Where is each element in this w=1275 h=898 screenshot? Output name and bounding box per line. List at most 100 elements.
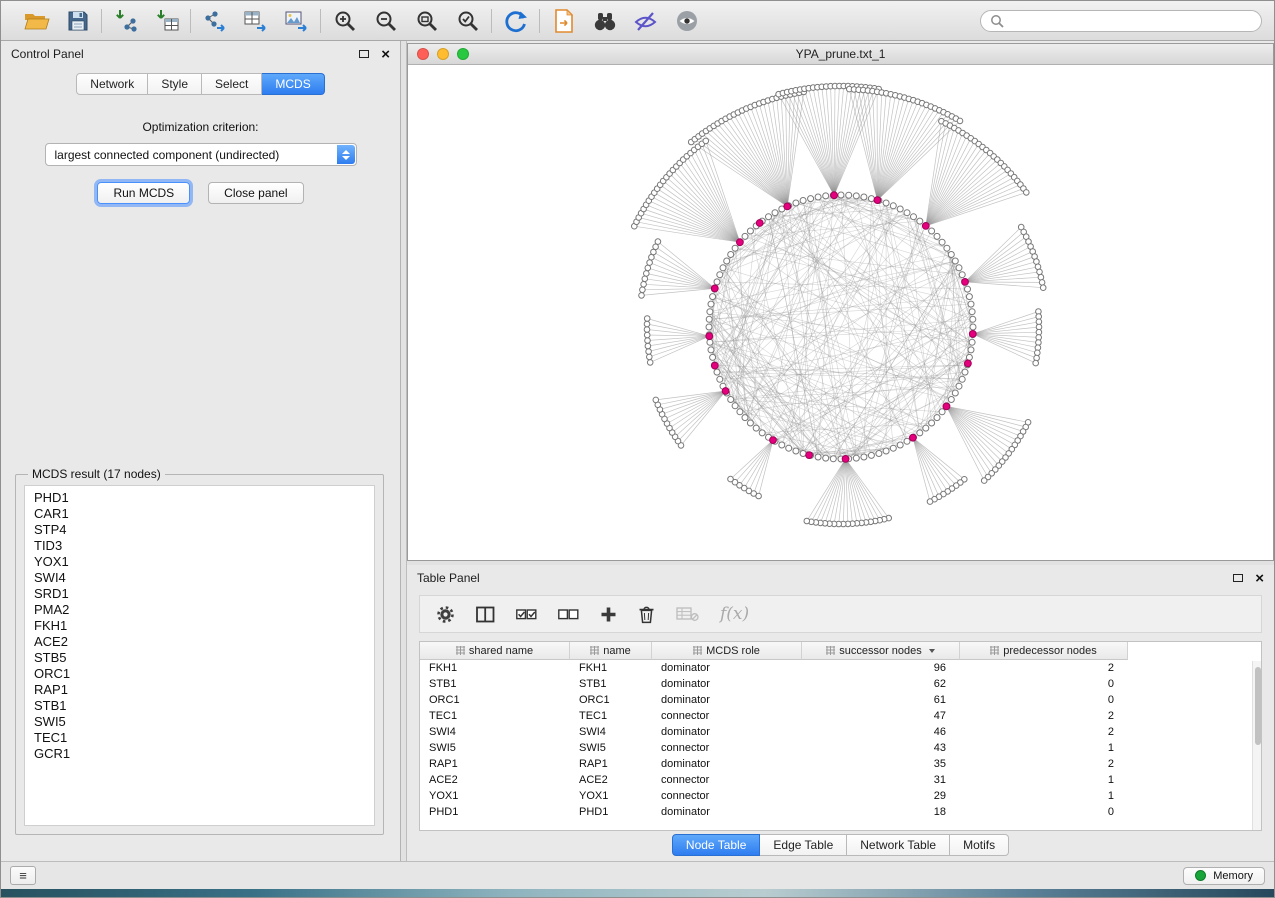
view-group — [540, 7, 710, 34]
mcds-result-item[interactable]: TID3 — [34, 538, 365, 554]
column-header-shared-name[interactable]: shared name — [420, 642, 570, 660]
select-all-rows-icon[interactable] — [516, 607, 537, 622]
export-image-icon[interactable] — [283, 7, 310, 34]
mcds-result-item[interactable]: PHD1 — [34, 490, 365, 506]
search-field[interactable] — [980, 10, 1262, 32]
table-row[interactable]: TEC1TEC1connector472 — [420, 708, 1261, 724]
column-visibility-icon[interactable] — [476, 606, 495, 623]
export-table-icon[interactable] — [242, 7, 269, 34]
tab-mcds[interactable]: MCDS — [262, 73, 324, 95]
cytoscape-app: Control Panel × NetworkStyleSelectMCDS O… — [0, 0, 1275, 898]
open-session-icon[interactable] — [23, 7, 50, 34]
refresh-layout-icon[interactable] — [502, 7, 529, 34]
mcds-result-item[interactable]: CAR1 — [34, 506, 365, 522]
settings-gear-icon[interactable] — [436, 605, 455, 624]
delete-column-icon[interactable] — [638, 605, 655, 624]
mcds-result-item[interactable]: STP4 — [34, 522, 365, 538]
mcds-result-item[interactable]: GCR1 — [34, 746, 365, 762]
mcds-result-item[interactable]: FKH1 — [34, 618, 365, 634]
mcds-result-item[interactable]: RAP1 — [34, 682, 365, 698]
import-network-file-icon[interactable] — [112, 7, 139, 34]
optimization-criterion-label: Optimization criterion: — [1, 120, 400, 134]
mcds-result-item[interactable]: ACE2 — [34, 634, 365, 650]
combo-stepper-icon[interactable] — [337, 145, 355, 164]
table-row[interactable]: SWI4SWI4dominator462 — [420, 724, 1261, 740]
tab-network-table[interactable]: Network Table — [847, 834, 950, 856]
tab-select[interactable]: Select — [202, 73, 262, 95]
mcds-result-item[interactable]: YOX1 — [34, 554, 365, 570]
zoom-out-icon[interactable] — [372, 7, 399, 34]
optimization-criterion-select[interactable]: largest connected component (undirected) — [45, 143, 357, 166]
cell-shared-name: PHD1 — [420, 804, 570, 820]
search-binoculars-icon[interactable] — [591, 7, 618, 34]
network-view-window: YPA_prune.txt_1 — [407, 43, 1274, 561]
column-grid-icon — [826, 646, 835, 655]
table-row[interactable]: SWI5SWI5connector431 — [420, 740, 1261, 756]
mcds-result-item[interactable]: STB5 — [34, 650, 365, 666]
cell-shared-name: YOX1 — [420, 788, 570, 804]
network-chord-edges — [709, 195, 973, 459]
mcds-result-item[interactable]: SRD1 — [34, 586, 365, 602]
share-document-icon[interactable] — [550, 7, 577, 34]
show-elements-icon[interactable] — [673, 7, 700, 34]
cell-shared-name: TEC1 — [420, 708, 570, 724]
control-panel-header: Control Panel × — [1, 41, 400, 67]
column-header-predecessor-nodes[interactable]: predecessor nodes — [960, 642, 1128, 660]
mcds-result-list[interactable]: PHD1CAR1STP4TID3YOX1SWI4SRD1PMA2FKH1ACE2… — [24, 485, 375, 826]
minimize-window-icon[interactable] — [437, 48, 449, 60]
search-input[interactable] — [1010, 14, 1252, 28]
table-scrollbar-thumb[interactable] — [1255, 667, 1261, 745]
export-network-icon[interactable] — [201, 7, 228, 34]
network-window-titlebar[interactable]: YPA_prune.txt_1 — [408, 44, 1273, 65]
tab-edge-table[interactable]: Edge Table — [760, 834, 847, 856]
tab-style[interactable]: Style — [148, 73, 202, 95]
column-grid-icon — [456, 646, 465, 655]
tab-motifs[interactable]: Motifs — [950, 834, 1009, 856]
search-icon — [990, 14, 1004, 28]
memory-button[interactable]: Memory — [1183, 867, 1265, 885]
mcds-result-item[interactable]: PMA2 — [34, 602, 365, 618]
maximize-window-icon[interactable] — [457, 48, 469, 60]
table-row[interactable]: PHD1PHD1dominator180 — [420, 804, 1261, 820]
zoom-selected-icon[interactable] — [454, 7, 481, 34]
table-row[interactable]: STB1STB1dominator620 — [420, 676, 1261, 692]
table-row[interactable]: YOX1YOX1connector291 — [420, 788, 1261, 804]
tab-node-table[interactable]: Node Table — [672, 834, 761, 856]
cell-successor-nodes: 47 — [802, 708, 960, 724]
table-row[interactable]: ACE2ACE2connector311 — [420, 772, 1261, 788]
table-row[interactable]: RAP1RAP1dominator352 — [420, 756, 1261, 772]
close-window-icon[interactable] — [417, 48, 429, 60]
zoom-fit-icon[interactable] — [413, 7, 440, 34]
column-grid-icon — [693, 646, 702, 655]
import-group — [102, 7, 190, 34]
close-panel-icon[interactable]: × — [381, 47, 390, 62]
cell-mcds-role: dominator — [652, 692, 802, 708]
table-row[interactable]: FKH1FKH1dominator962 — [420, 660, 1261, 676]
mcds-result-item[interactable]: SWI5 — [34, 714, 365, 730]
close-panel-button[interactable]: Close panel — [208, 182, 303, 204]
column-header-successor-nodes[interactable]: successor nodes — [802, 642, 960, 660]
float-panel-icon[interactable] — [359, 50, 369, 58]
mcds-result-item[interactable]: SWI4 — [34, 570, 365, 586]
mcds-result-item[interactable]: ORC1 — [34, 666, 365, 682]
deselect-all-rows-icon[interactable] — [558, 607, 579, 622]
mcds-result-item[interactable]: TEC1 — [34, 730, 365, 746]
tab-network[interactable]: Network — [76, 73, 148, 95]
save-session-icon[interactable] — [64, 7, 91, 34]
float-table-panel-icon[interactable] — [1233, 574, 1243, 582]
import-table-file-icon[interactable] — [153, 7, 180, 34]
mcds-result-item[interactable]: STB1 — [34, 698, 365, 714]
network-canvas[interactable] — [408, 65, 1273, 560]
zoom-in-icon[interactable] — [331, 7, 358, 34]
table-row[interactable]: ORC1ORC1dominator610 — [420, 692, 1261, 708]
add-column-icon[interactable] — [600, 606, 617, 623]
run-mcds-button[interactable]: Run MCDS — [97, 182, 190, 204]
task-menu-button[interactable]: ≡ — [10, 866, 36, 885]
table-scrollbar[interactable] — [1252, 661, 1261, 830]
clear-cells-icon[interactable] — [676, 606, 699, 622]
close-table-panel-icon[interactable]: × — [1255, 571, 1264, 586]
column-header-mcds-role[interactable]: MCDS role — [652, 642, 802, 660]
hide-elements-icon[interactable] — [632, 7, 659, 34]
function-builder-icon[interactable]: f(x) — [720, 604, 749, 624]
column-header-name[interactable]: name — [570, 642, 652, 660]
